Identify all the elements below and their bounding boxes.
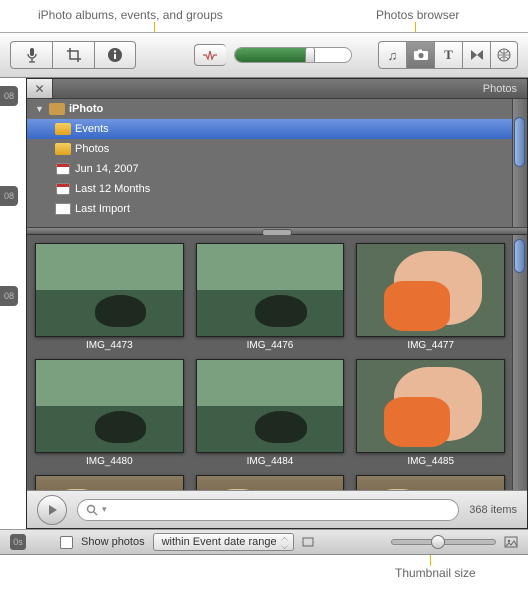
tree-item-label: Jun 14, 2007 bbox=[75, 163, 139, 175]
timeline-marker: 08 bbox=[0, 186, 18, 206]
date-range-popup[interactable]: within Event date range bbox=[153, 533, 294, 551]
thumbnail-item[interactable]: IMG_4485 bbox=[356, 359, 505, 467]
browser-footer: ▾ 368 items bbox=[27, 490, 527, 528]
camera-icon bbox=[413, 49, 429, 61]
thumbnail-grid: IMG_4473 IMG_4476 IMG_4477 IMG_4480 IMG_… bbox=[27, 235, 527, 490]
panel-title: Photos bbox=[483, 83, 517, 95]
tree-root-iphoto[interactable]: ▼ iPhoto bbox=[27, 99, 527, 119]
volume-slider[interactable] bbox=[234, 47, 352, 63]
thumbnail-image bbox=[35, 359, 184, 453]
callout-photos-browser: Photos browser bbox=[376, 8, 459, 22]
thumbnail-label: IMG_4485 bbox=[356, 456, 505, 467]
photos-browser-button[interactable] bbox=[406, 41, 434, 69]
thumbnail-label: IMG_4473 bbox=[35, 340, 184, 351]
tree-item-photos[interactable]: Photos bbox=[27, 139, 527, 159]
photos-icon bbox=[55, 143, 71, 155]
tree-item-last-12-months[interactable]: Last 12 Months bbox=[27, 179, 527, 199]
search-input[interactable]: ▾ bbox=[77, 499, 459, 521]
item-count-label: 368 items bbox=[469, 504, 517, 516]
tree-item-date[interactable]: Jun 14, 2007 bbox=[27, 159, 527, 179]
info-icon bbox=[107, 47, 123, 63]
timeline-marker: 08 bbox=[0, 286, 18, 306]
thumbnail-item[interactable] bbox=[356, 475, 505, 490]
thumbnail-image bbox=[35, 475, 184, 490]
play-icon bbox=[46, 504, 58, 516]
thumbnail-image bbox=[35, 243, 184, 337]
callout-source-tree: iPhoto albums, events, and groups bbox=[38, 8, 223, 22]
thumbnail-label: IMG_4480 bbox=[35, 456, 184, 467]
maps-browser-button[interactable] bbox=[490, 41, 518, 69]
panel-header: ✕ Photos bbox=[27, 79, 527, 99]
calendar-icon bbox=[56, 163, 70, 175]
info-button[interactable] bbox=[94, 41, 136, 69]
microphone-icon bbox=[25, 47, 39, 63]
thumbnail-scrollbar[interactable] bbox=[512, 235, 527, 490]
thumbnail-item[interactable]: IMG_4473 bbox=[35, 243, 184, 351]
photos-panel: ✕ Photos ▼ iPhoto Events Photos Jun 14, … bbox=[26, 78, 528, 529]
transition-icon bbox=[470, 49, 484, 61]
thumbnail-item[interactable] bbox=[196, 475, 345, 490]
thumbnail-size-slider[interactable] bbox=[391, 539, 496, 545]
timeline-marker: 08 bbox=[0, 86, 18, 106]
thumbnail-image bbox=[356, 359, 505, 453]
transitions-browser-button[interactable] bbox=[462, 41, 490, 69]
tree-item-events[interactable]: Events bbox=[27, 119, 527, 139]
main-toolbar: ♫ T bbox=[0, 32, 528, 78]
source-scrollbar[interactable] bbox=[512, 99, 527, 227]
ducking-icon bbox=[202, 49, 220, 61]
events-icon bbox=[55, 123, 71, 135]
tree-item-label: Photos bbox=[75, 143, 109, 155]
bottom-options-bar: 0s Show photos within Event date range bbox=[0, 529, 528, 555]
show-photos-checkbox[interactable] bbox=[60, 536, 73, 549]
popup-label: within Event date range bbox=[162, 536, 277, 548]
thumbnail-item[interactable]: IMG_4477 bbox=[356, 243, 505, 351]
voiceover-button[interactable] bbox=[10, 41, 52, 69]
search-menu-chevron-icon[interactable]: ▾ bbox=[102, 504, 107, 515]
thumbnail-image bbox=[196, 475, 345, 490]
timeline-marker: 0s bbox=[10, 534, 26, 550]
scrollbar-thumb[interactable] bbox=[514, 239, 525, 273]
show-photos-label: Show photos bbox=[81, 536, 145, 548]
slider-knob[interactable] bbox=[431, 535, 445, 549]
ducking-button[interactable] bbox=[194, 44, 226, 66]
volume-knob[interactable] bbox=[305, 47, 315, 63]
audio-browser-button[interactable]: ♫ bbox=[378, 41, 406, 69]
thumbnail-small-icon bbox=[302, 537, 314, 547]
thumbnail-label: IMG_4484 bbox=[196, 456, 345, 467]
close-icon: ✕ bbox=[34, 82, 44, 96]
tree-item-label: Last Import bbox=[75, 203, 130, 215]
play-slideshow-button[interactable] bbox=[37, 495, 67, 525]
thumbnail-image bbox=[356, 243, 505, 337]
thumbnail-item[interactable] bbox=[35, 475, 184, 490]
crop-icon bbox=[66, 47, 82, 63]
tree-root-label: iPhoto bbox=[69, 103, 103, 115]
tree-item-label: Events bbox=[75, 123, 109, 135]
thumbnail-item[interactable]: IMG_4480 bbox=[35, 359, 184, 467]
text-icon: T bbox=[444, 47, 453, 63]
thumbnail-label: IMG_4477 bbox=[356, 340, 505, 351]
close-panel-button[interactable]: ✕ bbox=[27, 79, 53, 98]
panel-splitter[interactable] bbox=[27, 227, 527, 235]
callout-thumbnail-size: Thumbnail size bbox=[395, 566, 476, 580]
thumbnail-image bbox=[196, 243, 345, 337]
thumbnail-image bbox=[356, 475, 505, 490]
globe-icon bbox=[497, 48, 511, 62]
scrollbar-thumb[interactable] bbox=[514, 117, 525, 167]
tree-item-last-import[interactable]: Last Import bbox=[27, 199, 527, 219]
thumbnail-image bbox=[196, 359, 345, 453]
thumbnail-large-icon bbox=[504, 536, 518, 548]
calendar-icon bbox=[56, 183, 70, 195]
crop-button[interactable] bbox=[52, 41, 94, 69]
thumbnail-label: IMG_4476 bbox=[196, 340, 345, 351]
thumbnail-item[interactable]: IMG_4476 bbox=[196, 243, 345, 351]
disclosure-triangle-icon[interactable]: ▼ bbox=[35, 104, 45, 114]
search-icon bbox=[86, 504, 98, 516]
source-list: ▼ iPhoto Events Photos Jun 14, 2007 Last… bbox=[27, 99, 527, 227]
music-note-icon: ♫ bbox=[388, 48, 398, 63]
titles-browser-button[interactable]: T bbox=[434, 41, 462, 69]
last-import-icon bbox=[55, 203, 71, 215]
tree-item-label: Last 12 Months bbox=[75, 183, 150, 195]
iphoto-library-icon bbox=[49, 103, 65, 115]
thumbnail-item[interactable]: IMG_4484 bbox=[196, 359, 345, 467]
